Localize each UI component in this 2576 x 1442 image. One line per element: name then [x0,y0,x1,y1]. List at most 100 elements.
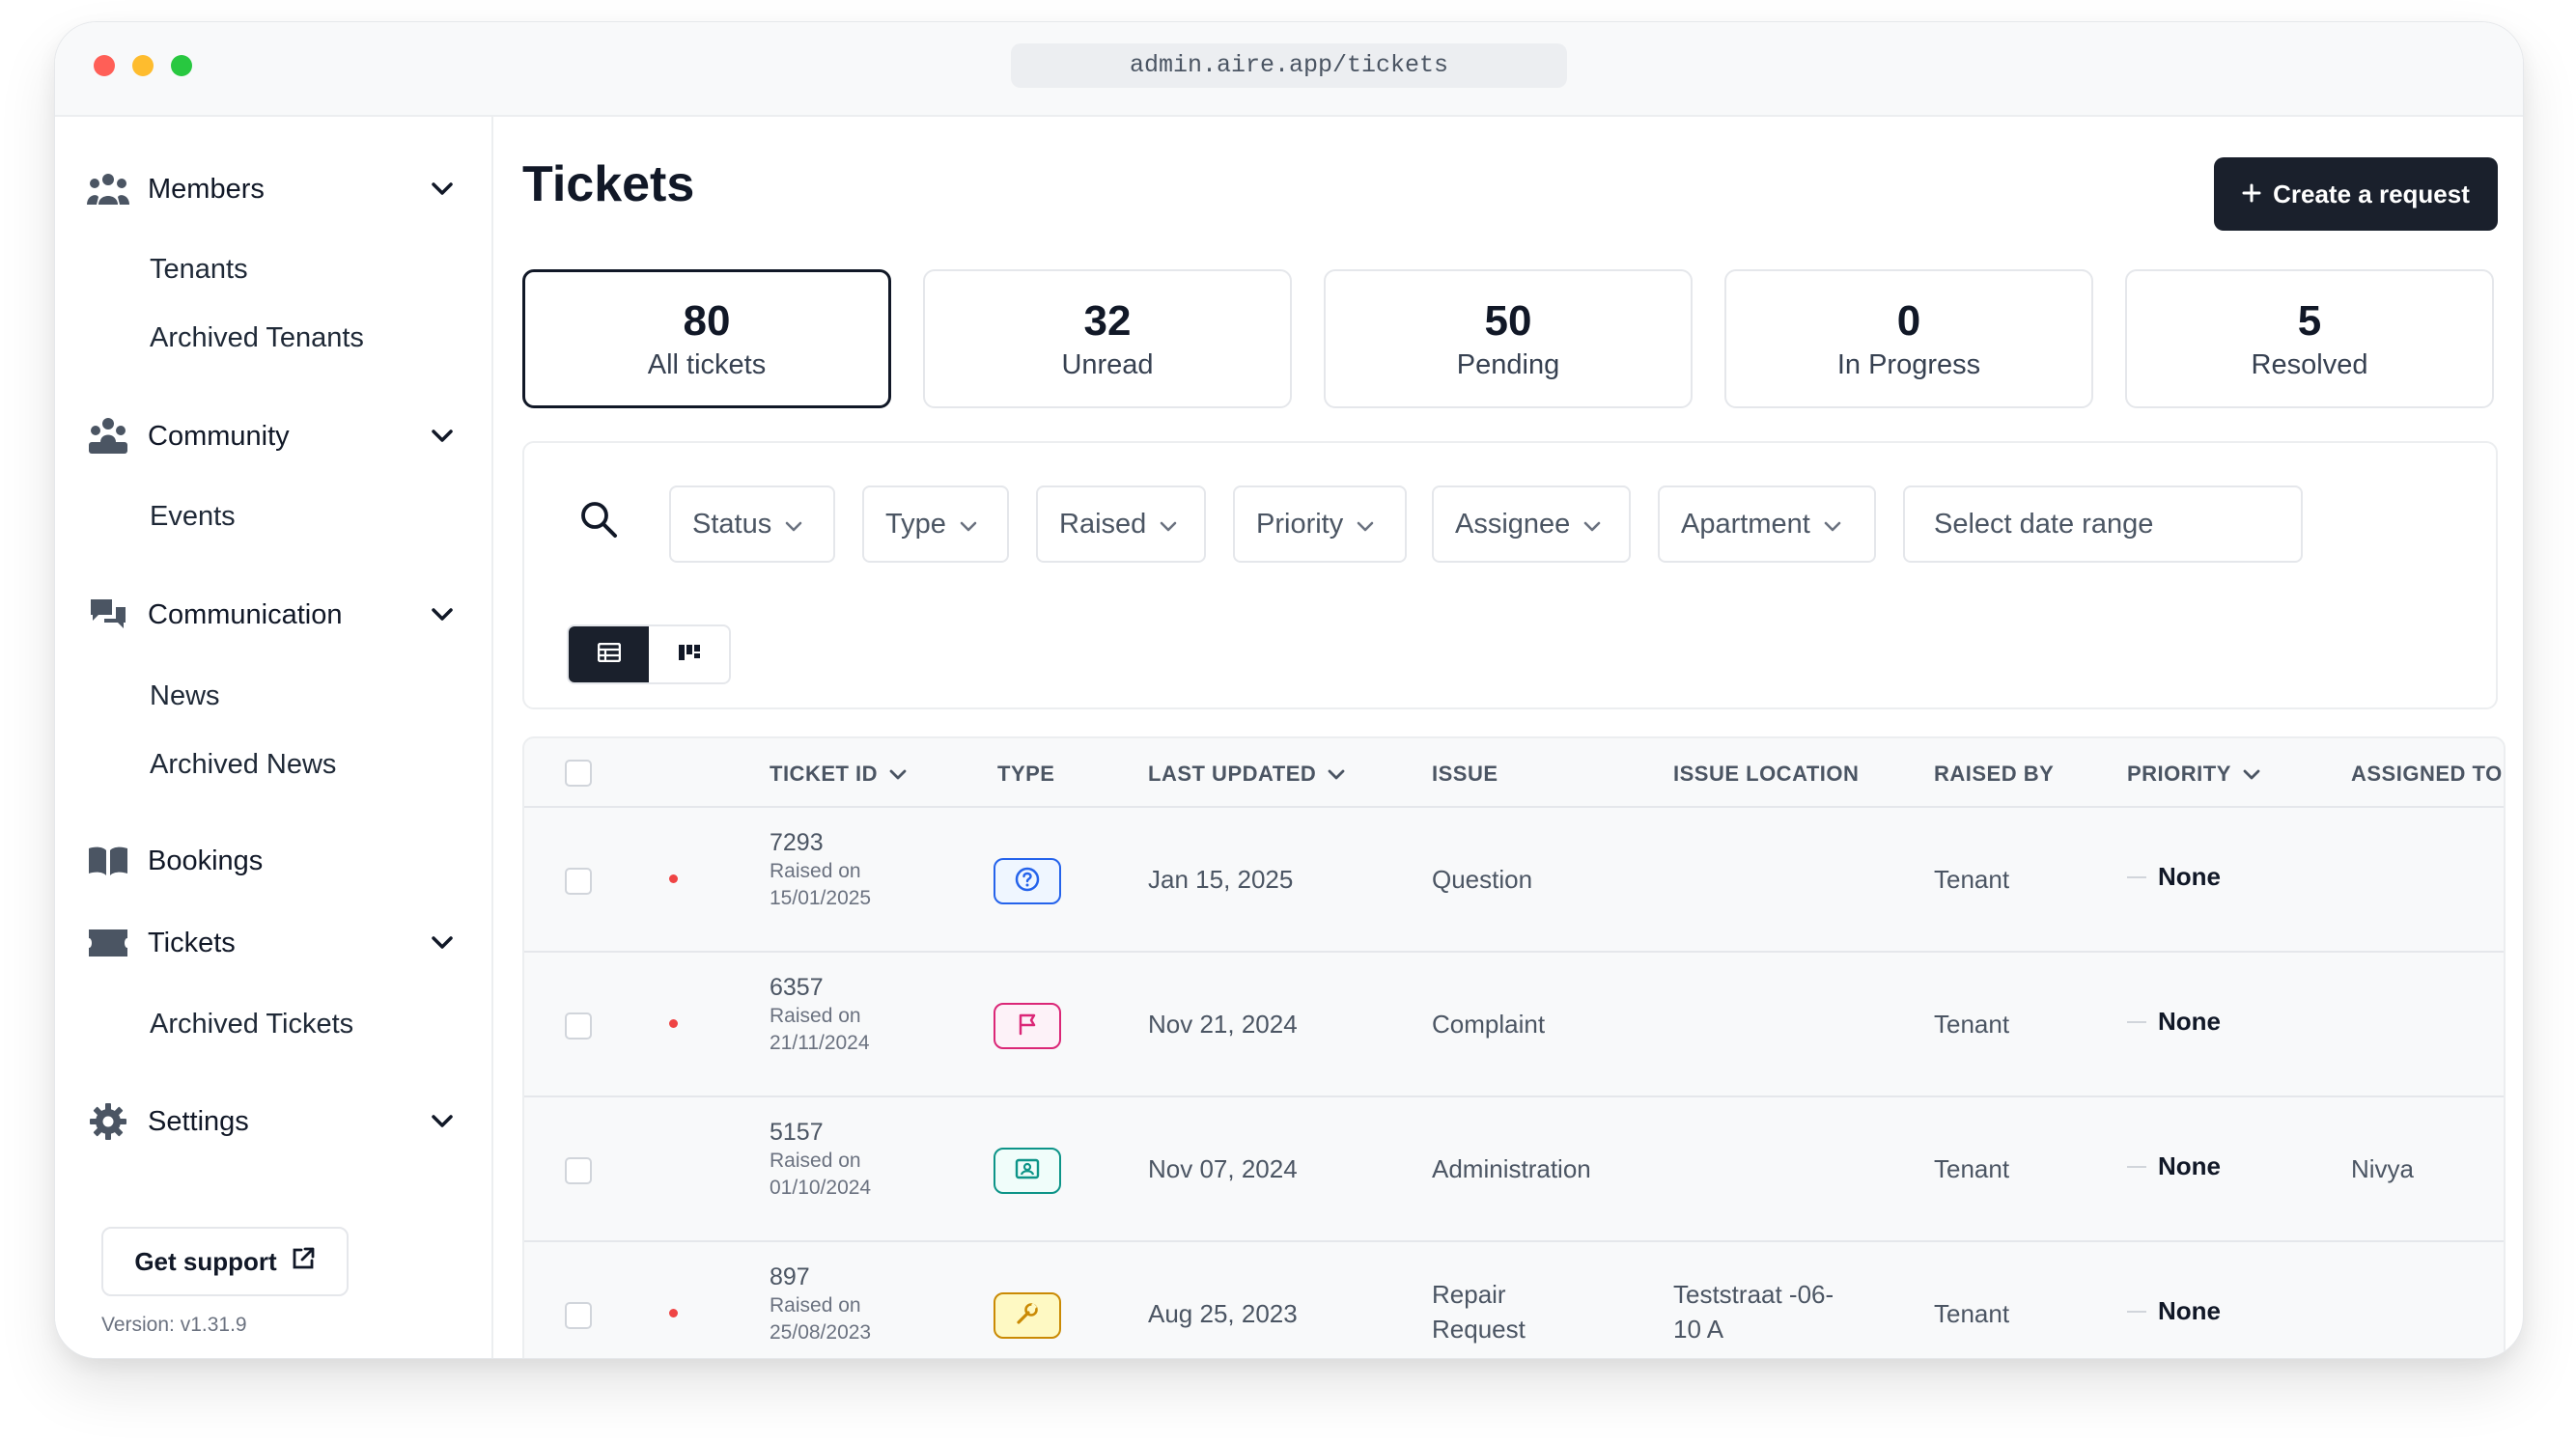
priority-dash [2127,1020,2146,1023]
table-row[interactable]: 897 Raised on 25/08/2023 Aug 25, 2023 Re… [524,1240,2504,1358]
stat-label: All tickets [647,348,767,380]
table-row[interactable]: 6357 Raised on 21/11/2024 Nov 21, 2024 C… [524,951,2504,1097]
stat-card-all-tickets[interactable]: 80 All tickets [522,269,891,408]
close-window-button[interactable] [94,55,115,76]
raised-label: Raised on [770,860,861,882]
priority-cell: None [2127,1007,2221,1037]
sidebar-item-news[interactable]: News [150,677,220,715]
book-icon [86,842,130,880]
search-icon[interactable] [578,499,621,546]
filter-type[interactable]: Type [862,485,1009,563]
raised-date: 15/01/2025 [770,887,872,909]
sidebar-item-archived-news[interactable]: Archived News [150,745,336,784]
chevron-down-icon [1160,509,1177,541]
issue-line: Repair [1432,1280,1506,1309]
priority-dash [2127,875,2146,878]
stat-label: In Progress [1836,348,1981,380]
stat-value: 80 [683,296,731,345]
header-assigned-to: ASSIGNED TO [2351,762,2503,786]
header-last-updated[interactable]: LAST UPDATED [1148,762,1345,787]
location-line: 10 A [1673,1315,1724,1344]
filter-label: Type [885,508,946,540]
ticket-id-cell[interactable]: 7293 Raised on 15/01/2025 [770,827,871,912]
priority-value: None [2158,1151,2221,1180]
table-row[interactable]: 5157 Raised on 01/10/2024 Nov 07, 2024 A… [524,1095,2504,1242]
stat-value: 32 [1083,296,1132,345]
filter-label: Status [692,508,772,540]
version-label: Version: v1.31.9 [101,1314,247,1336]
row-checkbox[interactable] [565,1302,592,1329]
table-row[interactable]: 7293 Raised on 15/01/2025 Jan 15, 2025 Q… [524,806,2504,953]
sidebar-item-communication[interactable]: Communication [86,586,457,644]
filter-label: Raised [1059,508,1147,540]
filter-priority[interactable]: Priority [1233,485,1407,563]
priority-value: None [2158,862,2221,891]
last-updated-cell: Jan 15, 2025 [1148,865,1294,894]
stat-label: Resolved [2251,348,2368,380]
header-label: PRIORITY [2127,762,2231,786]
sidebar-item-archived-tickets[interactable]: Archived Tickets [150,1005,353,1043]
type-badge [994,1003,1061,1049]
minimize-window-button[interactable] [132,55,154,76]
select-all-checkbox[interactable] [565,760,592,787]
gear-icon [86,1102,130,1141]
header-priority[interactable]: PRIORITY [2127,762,2260,787]
last-updated-cell: Nov 21, 2024 [1148,1010,1298,1039]
filter-raised[interactable]: Raised [1036,485,1206,563]
ticket-id-cell[interactable]: 897 Raised on 25/08/2023 [770,1262,871,1346]
sidebar-item-tickets[interactable]: Tickets [86,914,457,972]
ticket-id-cell[interactable]: 6357 Raised on 21/11/2024 [770,972,870,1057]
sidebar-item-label: Community [148,420,290,452]
wrench-icon [1015,1301,1040,1331]
sidebar-item-settings[interactable]: Settings [86,1093,457,1151]
browser-window: admin.aire.app/tickets Members Tenants A… [54,21,2524,1359]
row-checkbox[interactable] [565,1012,592,1040]
ticket-id-cell[interactable]: 5157 Raised on 01/10/2024 [770,1117,871,1202]
sidebar-item-events[interactable]: Events [150,497,236,536]
filter-label: Assignee [1455,508,1571,540]
board-view-icon [678,643,701,667]
create-request-label: Create a request [2273,179,2470,208]
assigned-to-cell: Nivya [2351,1154,2415,1183]
sidebar-item-tenants[interactable]: Tenants [150,250,248,289]
filter-assignee[interactable]: Assignee [1432,485,1631,563]
chevron-down-icon [1824,509,1841,541]
sidebar-item-members[interactable]: Members [86,160,457,218]
sidebar-item-bookings[interactable]: Bookings [86,832,457,890]
chevron-down-icon[interactable] [428,929,457,957]
filter-panel: Status Type Raised Priority Assignee Apa… [522,441,2498,709]
address-bar[interactable]: admin.aire.app/tickets [1011,43,1567,88]
header-label: LAST UPDATED [1148,762,1317,786]
create-request-button[interactable]: Create a request [2214,157,2498,231]
priority-value: None [2158,1296,2221,1325]
id-card-icon [1015,1158,1040,1184]
raised-label: Raised on [770,1294,861,1317]
issue-cell: Administration [1432,1154,1591,1183]
type-badge [994,858,1061,904]
row-checkbox[interactable] [565,868,592,895]
raised-date: 21/11/2024 [770,1032,870,1054]
ticket-id: 6357 [770,974,824,1001]
sidebar-item-label: Bookings [148,845,264,876]
filter-status[interactable]: Status [669,485,835,563]
chevron-down-icon[interactable] [428,175,457,204]
maximize-window-button[interactable] [171,55,192,76]
get-support-button[interactable]: Get support [101,1227,349,1296]
header-ticket-id[interactable]: TICKET ID [770,762,907,787]
chevron-down-icon[interactable] [428,422,457,451]
chevron-down-icon[interactable] [428,1107,457,1136]
list-view-button[interactable] [569,626,649,682]
filter-apartment[interactable]: Apartment [1658,485,1876,563]
stat-card-unread[interactable]: 32 Unread [923,269,1292,408]
sidebar-item-community[interactable]: Community [86,407,457,465]
sidebar-item-archived-tenants[interactable]: Archived Tenants [150,319,364,357]
chevron-down-icon[interactable] [428,600,457,629]
date-range-input[interactable]: Select date range [1903,485,2303,563]
stat-card-pending[interactable]: 50 Pending [1324,269,1693,408]
row-checkbox[interactable] [565,1157,592,1184]
board-view-button[interactable] [649,626,729,682]
stat-card-resolved[interactable]: 5 Resolved [2125,269,2494,408]
raised-by-cell: Tenant [1934,1154,2010,1183]
stat-card-in-progress[interactable]: 0 In Progress [1724,269,2093,408]
chevron-down-icon [1583,509,1601,541]
